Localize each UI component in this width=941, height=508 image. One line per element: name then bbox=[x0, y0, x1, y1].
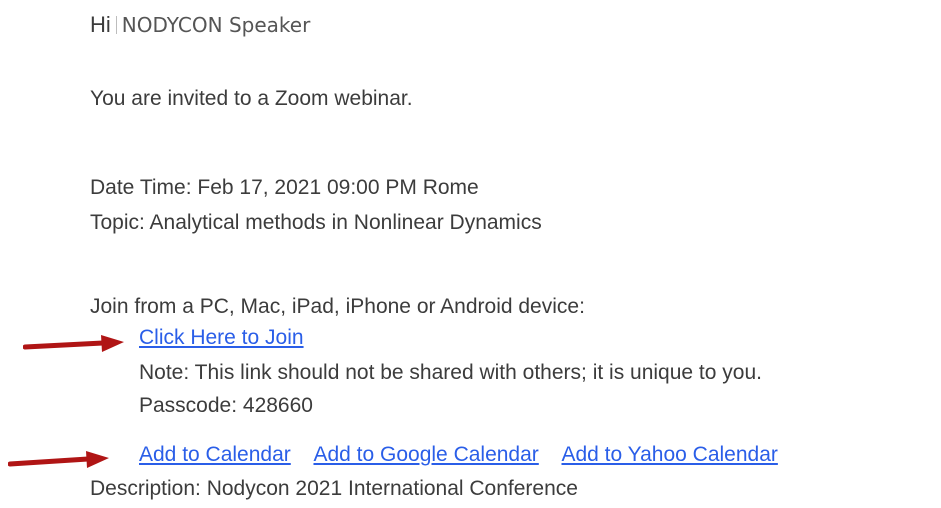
greeting-name: NODYCON Speaker bbox=[121, 13, 311, 37]
topic-text: Topic: Analytical methods in Nonlinear D… bbox=[90, 211, 542, 234]
greeting: Hi NODYCON Speaker bbox=[90, 12, 310, 38]
divider bbox=[115, 16, 117, 34]
datetime-text: Date Time: Feb 17, 2021 09:00 PM Rome bbox=[90, 176, 479, 199]
invite-text: You are invited to a Zoom webinar. bbox=[90, 87, 413, 110]
add-to-yahoo-calendar-link[interactable]: Add to Yahoo Calendar bbox=[561, 443, 777, 466]
add-to-google-calendar-link[interactable]: Add to Google Calendar bbox=[313, 443, 538, 466]
note-text: Note: This link should not be shared wit… bbox=[139, 361, 762, 384]
calendar-links: Add to Calendar Add to Google Calendar A… bbox=[139, 442, 778, 468]
description-text: Description: Nodycon 2021 International … bbox=[90, 477, 578, 500]
join-link-container: Click Here to Join bbox=[139, 325, 304, 351]
greeting-hi: Hi bbox=[90, 12, 111, 37]
passcode-text: Passcode: 428660 bbox=[139, 394, 313, 417]
join-from-text: Join from a PC, Mac, iPad, iPhone or And… bbox=[90, 295, 585, 318]
add-to-calendar-link[interactable]: Add to Calendar bbox=[139, 443, 291, 466]
join-link[interactable]: Click Here to Join bbox=[139, 326, 304, 349]
